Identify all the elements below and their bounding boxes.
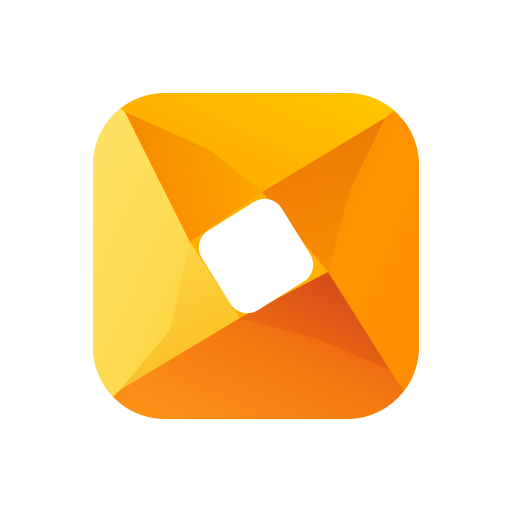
app-logo-icon (93, 93, 419, 419)
canvas (0, 0, 512, 512)
